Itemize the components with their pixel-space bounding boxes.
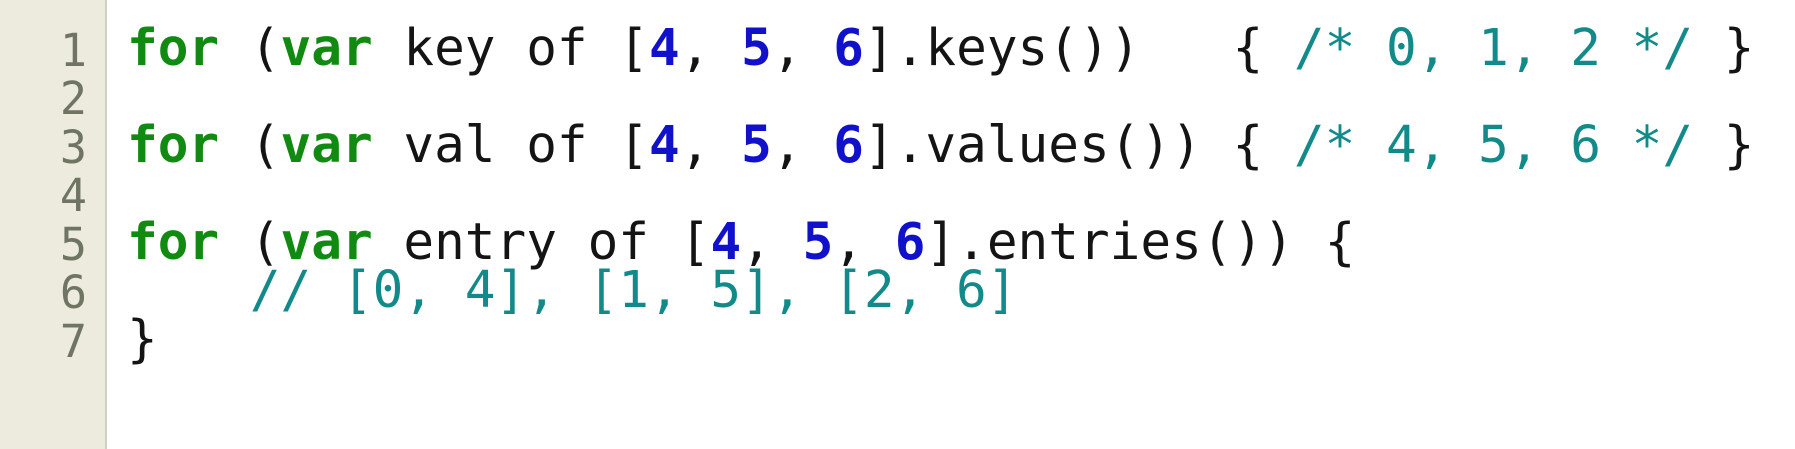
code-text: ].keys()) { [864, 19, 1294, 78]
code-text: val of [ [372, 116, 650, 175]
block-comment: /* 0, 1, 2 */ [1293, 19, 1694, 78]
code-text-area[interactable]: for (var key of [4, 5, 6].keys()) { /* 0… [127, 0, 1795, 449]
punctuation: , [679, 116, 742, 175]
number-literal: 6 [833, 19, 865, 78]
code-line-1: for (var key of [4, 5, 6].keys()) { /* 0… [127, 20, 1754, 77]
number-literal: 6 [833, 116, 865, 175]
punctuation: } [1693, 19, 1755, 78]
punctuation: , [771, 19, 834, 78]
number-literal: 5 [741, 19, 772, 78]
number-literal: 5 [741, 116, 772, 175]
code-line-3: for (var val of [4, 5, 6].values()) { /*… [127, 117, 1754, 174]
keyword-for: for [127, 19, 220, 78]
punctuation: , [679, 19, 742, 78]
punctuation: , [771, 116, 834, 175]
keyword-var: var [280, 19, 373, 78]
keyword-var: var [280, 116, 373, 175]
punctuation: } [1693, 116, 1755, 175]
block-comment: /* 4, 5, 6 */ [1293, 116, 1694, 175]
punctuation: ( [219, 19, 281, 78]
closing-brace: } [127, 310, 158, 369]
line-number-7: 7 [59, 315, 87, 368]
code-text: key of [ [372, 19, 650, 78]
code-text: ].values()) { [864, 116, 1294, 175]
line-comment: // [0, 4], [1, 5], [2, 6] [249, 261, 1018, 320]
punctuation: ( [219, 116, 281, 175]
code-editor[interactable]: 1 2 3 4 5 6 7 for (var key of [4, 5, 6].… [0, 0, 1795, 449]
code-line-6: // [0, 4], [1, 5], [2, 6] [127, 261, 1018, 320]
keyword-for: for [127, 116, 220, 175]
number-literal: 4 [649, 116, 680, 175]
line-number-gutter: 1 2 3 4 5 6 7 [0, 0, 107, 449]
code-line-7: } [127, 311, 158, 368]
number-literal: 4 [649, 19, 680, 78]
